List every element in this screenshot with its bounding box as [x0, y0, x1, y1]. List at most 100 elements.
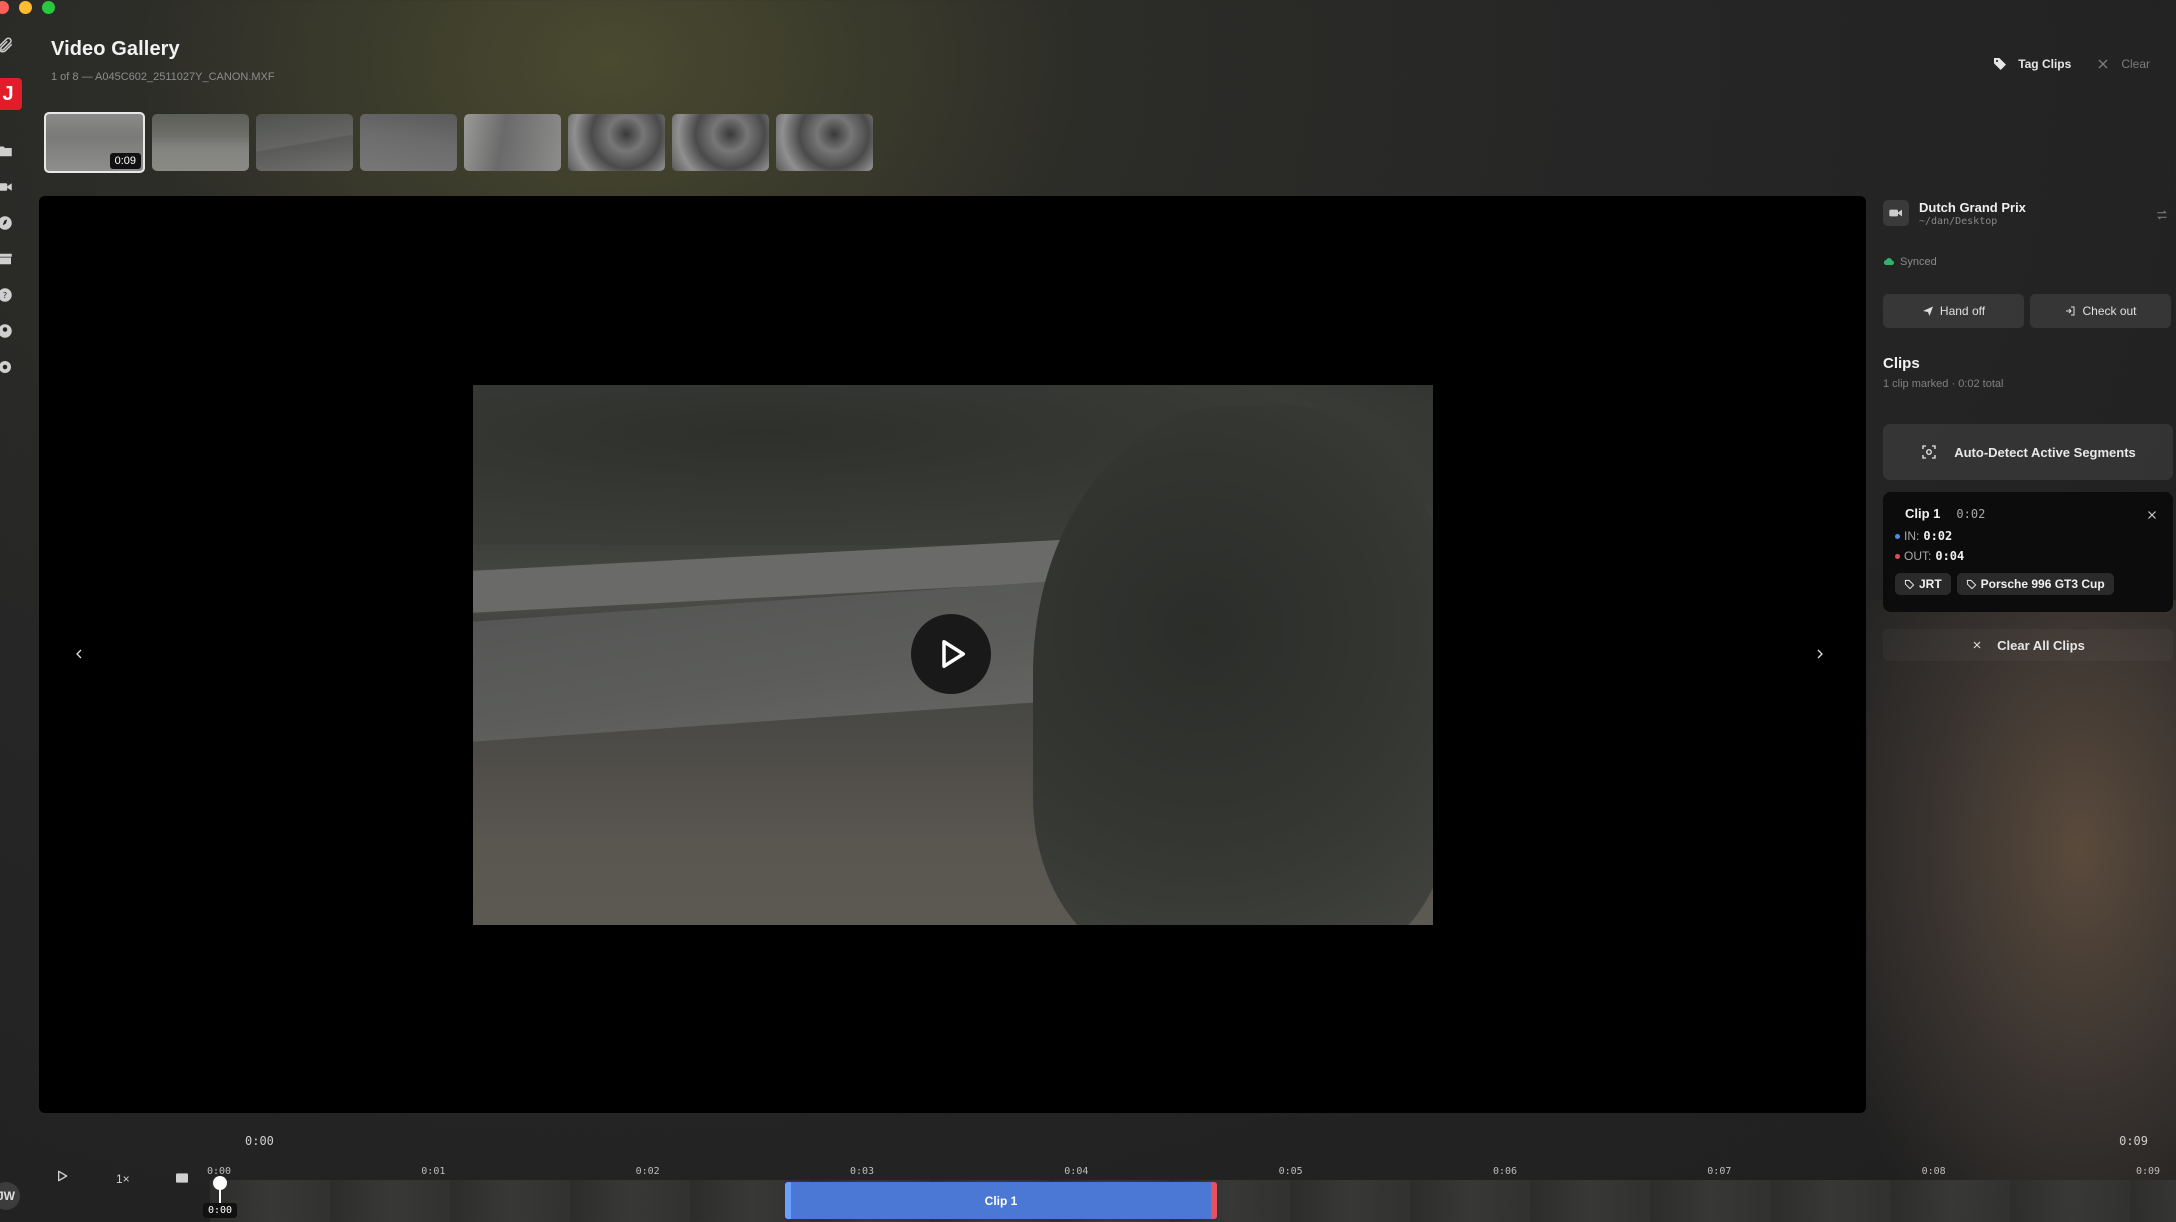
compass-icon[interactable] — [0, 214, 16, 234]
avatar[interactable]: JW — [0, 1182, 20, 1210]
clips-heading: Clips — [1883, 355, 1920, 372]
playhead-time: 0:00 — [203, 1203, 238, 1218]
timeline-start-time: 0:00 — [245, 1134, 274, 1148]
timeline-clip-segment[interactable]: Clip 1 — [785, 1182, 1217, 1219]
chevron-right-icon — [1817, 649, 1823, 659]
tag-chip[interactable]: Porsche 996 GT3 Cup — [1956, 573, 2114, 595]
tag-label: JRT — [1919, 577, 1942, 591]
close-icon — [1973, 641, 1981, 649]
clip-out-handle[interactable] — [1211, 1182, 1217, 1219]
clip-name: Clip 1 — [1905, 506, 1941, 521]
clips-summary: 1 clip marked · 0:02 total — [1883, 378, 2004, 390]
sync-status-label: Synced — [1900, 256, 1937, 268]
timeline-tick: 0:07 — [1707, 1166, 1732, 1177]
thumbnail-6[interactable] — [568, 114, 665, 171]
thumbnail-7[interactable] — [672, 114, 769, 171]
thumbnail-5[interactable] — [464, 114, 561, 171]
timeline-tick: 0:05 — [1278, 1166, 1303, 1177]
thumbnail-2[interactable] — [152, 114, 249, 171]
tag-icon — [1994, 58, 2007, 70]
previous-video-button[interactable] — [71, 646, 91, 666]
timeline-tick: 0:09 — [2135, 1166, 2161, 1177]
background-glow — [1856, 600, 2176, 1222]
timeline-tick: 0:01 — [421, 1166, 446, 1177]
thumbnail-strip: 0:09 — [44, 112, 873, 173]
video-camera-icon — [1883, 200, 1909, 226]
auto-detect-button[interactable]: Auto-Detect Active Segments — [1883, 424, 2173, 480]
clear-label: Clear — [2121, 57, 2150, 71]
clip-tags: JRT Porsche 996 GT3 Cup — [1895, 573, 2151, 595]
check-out-label: Check out — [2082, 304, 2137, 318]
paperclip-icon[interactable] — [0, 36, 16, 56]
folder-icon[interactable] — [0, 142, 16, 162]
header-actions: Tag Clips Clear — [1984, 52, 2158, 76]
video-camera-icon[interactable] — [0, 178, 16, 198]
archive-icon[interactable] — [0, 250, 16, 270]
project-actions: Hand off Check out — [1883, 294, 2171, 328]
clip-card[interactable]: Clip 1 0:02 IN: 0:02 OUT: 0:04 JRT Porsc… — [1883, 492, 2173, 612]
tag-clips-button[interactable]: Tag Clips — [1984, 52, 2079, 76]
tag-label: Porsche 996 GT3 Cup — [1980, 577, 2105, 591]
timeline-tick: 0:03 — [849, 1166, 875, 1177]
timeline-ruler: 0:00 0:01 0:02 0:03 0:04 0:05 0:06 0:07 0:08 0:09 — [0, 1166, 2176, 1180]
clip-in-point: IN: 0:02 — [1895, 529, 2151, 543]
page-title: Video Gallery — [51, 38, 180, 60]
clear-all-clips-label: Clear All Clips — [1997, 637, 2085, 653]
switch-project-icon[interactable] — [2155, 208, 2169, 222]
gear-icon[interactable] — [0, 358, 16, 378]
next-video-button[interactable] — [1812, 646, 1832, 666]
help-icon[interactable]: ? — [0, 286, 16, 306]
log-in-icon — [2066, 306, 2075, 316]
thumbnail-3[interactable] — [256, 114, 353, 171]
clear-all-clips-button[interactable]: Clear All Clips — [1883, 629, 2173, 661]
thumbnail-1[interactable]: 0:09 — [44, 112, 145, 173]
in-label: IN: — [1904, 529, 1920, 543]
timeline-tick: 0:08 — [1921, 1166, 1946, 1177]
project-path: ~/dan/Desktop — [1919, 216, 1998, 227]
check-out-button[interactable]: Check out — [2030, 294, 2171, 328]
thumbnail-4[interactable] — [360, 114, 457, 171]
side-panel: Dutch Grand Prix ~/dan/Desktop Synced Ha… — [1883, 200, 2173, 653]
timeline-end-time: 0:09 — [2119, 1134, 2148, 1148]
play-icon — [942, 640, 965, 668]
send-icon — [1922, 306, 1933, 316]
zoom-window-button[interactable] — [42, 1, 55, 14]
timeline-tick: 0:02 — [635, 1166, 660, 1177]
timeline-tick: 0:06 — [1492, 1166, 1518, 1177]
tag-icon — [1904, 579, 1915, 589]
thumbnail-duration: 0:09 — [109, 153, 141, 169]
in-marker-dot — [1895, 533, 1900, 539]
app-logo: J — [0, 78, 22, 110]
sidebar: J ? JW — [0, 30, 22, 1222]
thumbnail-8[interactable] — [776, 114, 873, 171]
remove-clip-button[interactable] — [2145, 508, 2159, 522]
tag-chip[interactable]: JRT — [1895, 573, 1951, 595]
in-value[interactable]: 0:02 — [1923, 529, 1952, 543]
sync-status: Synced — [1883, 256, 1937, 268]
video-player[interactable] — [39, 196, 1866, 1113]
minimize-window-button[interactable] — [19, 1, 32, 14]
clip-duration: 0:02 — [1956, 506, 1986, 521]
users-icon[interactable] — [0, 322, 16, 342]
close-icon — [2148, 511, 2156, 519]
scan-icon — [1922, 445, 1936, 459]
out-value[interactable]: 0:04 — [1935, 549, 1964, 563]
window-controls — [0, 1, 55, 14]
tag-icon — [1966, 579, 1976, 589]
out-label: OUT: — [1904, 549, 1932, 563]
play-button[interactable] — [911, 614, 991, 694]
tag-clips-label: Tag Clips — [2018, 57, 2072, 71]
clear-button[interactable]: Clear — [2087, 52, 2158, 76]
playhead-handle[interactable] — [213, 1176, 227, 1190]
project-header: Dutch Grand Prix ~/dan/Desktop — [1883, 200, 2173, 227]
clip-in-handle[interactable] — [785, 1182, 791, 1219]
timeline-tick: 0:04 — [1064, 1166, 1089, 1177]
cloud-check-icon — [1883, 258, 1895, 266]
hand-off-label: Hand off — [1939, 304, 1986, 318]
close-window-button[interactable] — [0, 1, 9, 14]
file-subtitle: 1 of 8 — A045C602_2511027Y_CANON.MXF — [51, 71, 275, 83]
project-name: Dutch Grand Prix — [1919, 200, 2026, 215]
hand-off-button[interactable]: Hand off — [1883, 294, 2024, 328]
clip-out-point: OUT: 0:04 — [1895, 549, 2151, 563]
close-icon — [2098, 59, 2108, 69]
